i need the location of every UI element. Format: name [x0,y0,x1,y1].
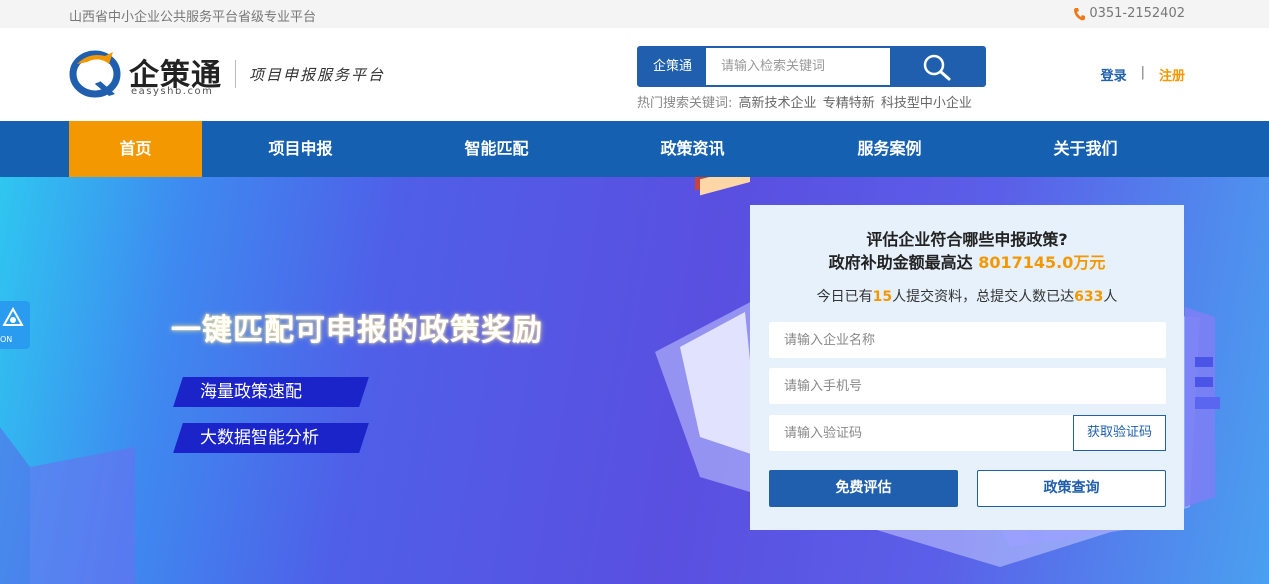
search-button[interactable] [890,48,984,85]
hot-keyword[interactable]: 高新技术企业 [739,96,817,111]
service-icon [2,307,24,326]
max-subsidy-amount: 8017145.0万元 [978,253,1106,272]
form-amount-line: 政府补助金额最高达 8017145.0万元 [750,249,1184,273]
amount-prefix: 政府补助金额最高达 [828,253,973,272]
auth-links: 登录 | 注册 [1101,65,1185,84]
stat-middle: 人提交资料，总提交人数已达 [892,289,1075,305]
get-code-button[interactable]: 获取验证码 [1073,415,1166,451]
login-link[interactable]: 登录 [1101,65,1127,84]
search-tag: 企策通 [639,48,706,85]
hotline: 0351-2152402 [1073,6,1185,21]
assessment-form-panel: 评估企业符合哪些申报政策? 政府补助金额最高达 8017145.0万元 今日已有… [750,205,1184,530]
platform-name: 山西省中小企业公共服务平台省级专业平台 [69,10,317,25]
top-bar: 山西省中小企业公共服务平台省级专业平台 0351-2152402 [0,0,1269,28]
nav-item-policy-news[interactable]: 政策资讯 [626,121,759,177]
nav-item-smart-match[interactable]: 智能匹配 [430,121,563,177]
company-name-field[interactable] [769,322,1166,358]
submission-stats: 今日已有15人提交资料，总提交人数已达633人 [750,286,1184,306]
today-count: 15 [872,289,893,305]
hot-keywords: 热门搜索关键词: 高新技术企业 专精特新 科技型中小企业 [637,92,974,111]
hot-keyword[interactable]: 专精特新 [823,96,875,111]
hero-badge-text: 海量政策速配 [178,377,364,407]
logo-mark-icon [69,50,121,98]
phone-icon [1074,7,1086,20]
logo-slogan: 项目申报服务平台 [249,66,386,84]
auth-separator: | [1140,65,1145,80]
hot-keywords-label: 热门搜索关键词: [637,96,733,111]
floating-service-widget[interactable]: ON [0,301,30,349]
site-logo[interactable]: 企策通 easyshb.com 项目申报服务平台 [69,50,399,100]
nav-item-cases[interactable]: 服务案例 [823,121,956,177]
logo-domain: easyshb.com [131,86,214,97]
main-nav: 首页 项目申报 智能匹配 政策资讯 服务案例 关于我们 [0,121,1269,177]
form-question: 评估企业符合哪些申报政策? [866,230,1068,249]
search-icon [923,54,951,80]
phone-number: 0351-2152402 [1089,6,1185,21]
hero-badge-policy: 海量政策速配 [178,377,364,407]
hot-keyword[interactable]: 科技型中小企业 [881,96,972,111]
phone-field[interactable] [769,368,1166,404]
total-count: 633 [1074,289,1104,305]
policy-query-button[interactable]: 政策查询 [977,470,1166,507]
stat-suffix: 人 [1103,289,1118,305]
hero-badge-analytics: 大数据智能分析 [178,423,364,453]
search-bar: 企策通 [637,46,986,87]
hero-title: 一键匹配可申报的政策奖励 [171,313,543,348]
verification-code-field[interactable] [769,415,1074,451]
header: 企策通 easyshb.com 项目申报服务平台 企策通 热门搜索关键词: 高新… [0,28,1269,121]
hero-badge-text: 大数据智能分析 [178,423,364,453]
nav-item-home[interactable]: 首页 [69,121,202,177]
register-link[interactable]: 注册 [1159,65,1185,84]
stat-prefix: 今日已有 [816,289,873,305]
floating-widget-text: ON [0,335,13,344]
logo-divider [235,60,236,88]
free-evaluate-button[interactable]: 免费评估 [769,470,958,507]
search-input[interactable] [706,48,892,85]
nav-item-about[interactable]: 关于我们 [1019,121,1152,177]
nav-item-projects[interactable]: 项目申报 [234,121,367,177]
